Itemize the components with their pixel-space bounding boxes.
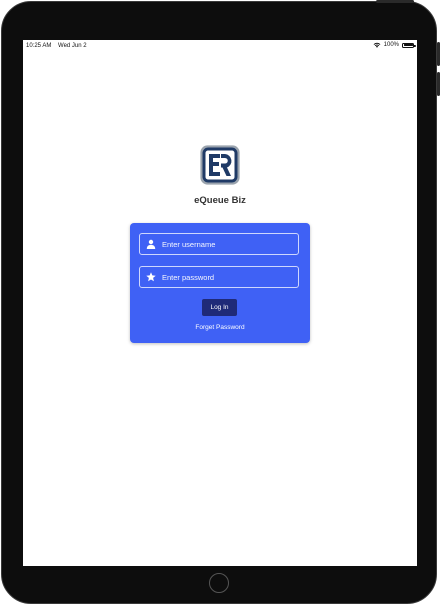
power-button[interactable] [376,0,414,3]
status-right: 100% [373,42,416,48]
home-button[interactable] [209,573,229,593]
forget-password-link[interactable]: Forget Password [130,324,310,331]
wifi-icon [373,42,381,48]
person-icon [146,239,156,249]
status-time: 10:25 AM [26,43,52,49]
status-bar: 10:25 AM Wed Jun 2 100% [23,40,417,52]
battery-fill [403,44,413,46]
equeue-logo-icon [200,145,240,185]
volume-down-button[interactable] [437,72,440,96]
battery-icon [402,42,416,48]
status-left: 10:25 AM Wed Jun 2 [26,43,92,49]
login-card: Log In Forget Password [130,223,310,343]
login-button[interactable]: Log In [202,299,237,316]
username-field[interactable] [139,233,299,255]
password-field[interactable] [139,266,299,288]
password-input[interactable] [162,267,294,287]
battery-percentage: 100% [383,42,399,48]
screen: 10:25 AM Wed Jun 2 100% eQueue Biz Enter… [23,40,417,566]
star-icon [146,272,156,282]
app-name: eQueue Biz [194,195,246,206]
username-input[interactable] [162,234,294,254]
status-date: Wed Jun 2 [58,43,87,49]
volume-up-button[interactable] [437,42,440,66]
